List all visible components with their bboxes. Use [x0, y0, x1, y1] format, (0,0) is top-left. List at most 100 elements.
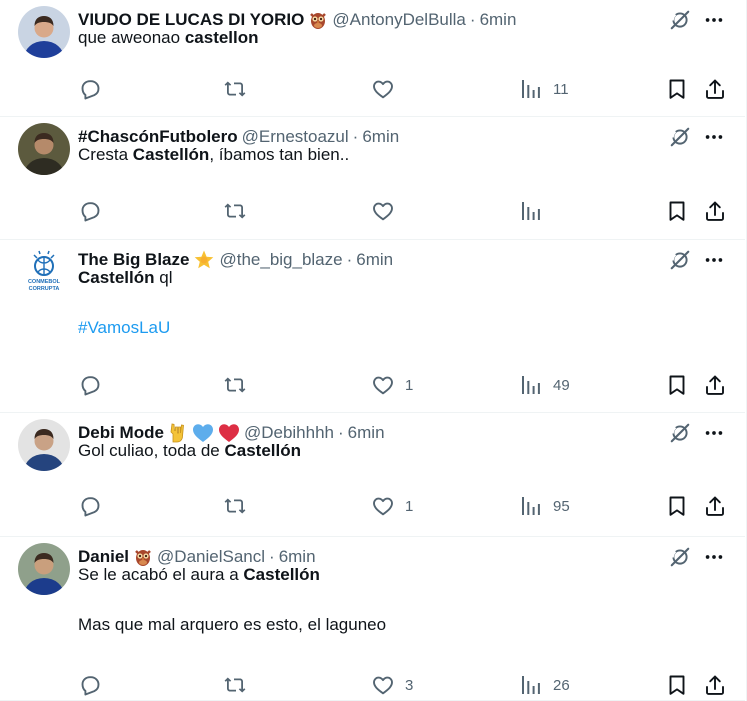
- tweet-text: #VamosLaU: [78, 317, 170, 339]
- timestamp[interactable]: 6min: [348, 422, 385, 444]
- text-segment: Se le acabó el aura a: [78, 565, 244, 584]
- heart-icon: [371, 199, 395, 223]
- reply-icon: [78, 673, 102, 697]
- bold-text: Castellón: [243, 565, 320, 584]
- share-button[interactable]: [703, 77, 727, 101]
- star-emoji-icon: [193, 249, 215, 271]
- heart-icon: [371, 494, 395, 518]
- grok-icon[interactable]: [669, 9, 691, 31]
- repost-button[interactable]: [223, 673, 247, 697]
- heart-icon: [371, 77, 395, 101]
- like-button[interactable]: 1: [371, 373, 413, 397]
- like-button[interactable]: 3: [371, 673, 413, 697]
- bookmark-button[interactable]: [665, 673, 689, 697]
- bookmark-button[interactable]: [665, 77, 689, 101]
- avatar[interactable]: CONMEBOL CORRUPTA: [18, 246, 70, 298]
- reply-icon: [78, 373, 102, 397]
- likes-count: 1: [405, 376, 414, 394]
- avatar[interactable]: [18, 543, 70, 595]
- tweet[interactable]: #ChascónFutbolero @Ernestoazul · 6min Cresta…: [0, 117, 745, 240]
- more-icon[interactable]: [703, 546, 725, 568]
- handle[interactable]: @AntonyDelBulla: [332, 9, 466, 31]
- bookmark-icon: [665, 373, 689, 397]
- views-icon: [519, 373, 543, 397]
- more-icon[interactable]: [703, 126, 725, 148]
- grok-icon[interactable]: [669, 249, 691, 271]
- views-icon: [519, 199, 543, 223]
- reply-icon: [78, 77, 102, 101]
- share-button[interactable]: [703, 373, 727, 397]
- action-bar: 1 49: [0, 373, 745, 397]
- repost-icon: [223, 494, 247, 518]
- share-button[interactable]: [703, 199, 727, 223]
- grok-icon[interactable]: [669, 422, 691, 444]
- action-bar: 1 95: [0, 494, 745, 518]
- views-button[interactable]: 49: [519, 373, 570, 397]
- views-count: 95: [553, 497, 570, 515]
- more-icon[interactable]: [703, 249, 725, 271]
- views-button[interactable]: 95: [519, 494, 570, 518]
- more-icon[interactable]: [703, 9, 725, 31]
- reply-button[interactable]: [78, 373, 102, 397]
- handle[interactable]: @the_big_blaze: [219, 249, 342, 271]
- share-icon: [703, 494, 727, 518]
- bookmark-icon: [665, 494, 689, 518]
- more-icon[interactable]: [703, 422, 725, 444]
- views-button[interactable]: 11: [519, 77, 569, 101]
- likes-count: 3: [405, 676, 414, 694]
- repost-button[interactable]: [223, 199, 247, 223]
- separator-dot: ·: [469, 10, 476, 29]
- grok-icon[interactable]: [669, 546, 691, 568]
- grok-icon[interactable]: [669, 126, 691, 148]
- reply-button[interactable]: [78, 199, 102, 223]
- tweet[interactable]: VIUDO DE LUCAS DI YORIO @AntonyDelBulla · 6…: [0, 0, 745, 117]
- timestamp[interactable]: 6min: [356, 249, 393, 271]
- views-button[interactable]: [519, 199, 543, 223]
- separator-dot: ·: [346, 250, 353, 269]
- bookmark-icon: [665, 199, 689, 223]
- reply-button[interactable]: [78, 77, 102, 101]
- repost-button[interactable]: [223, 494, 247, 518]
- reply-icon: [78, 199, 102, 223]
- bookmark-button[interactable]: [665, 494, 689, 518]
- share-icon: [703, 673, 727, 697]
- tweet-text: que aweonao castellon: [78, 27, 259, 49]
- timestamp[interactable]: 6min: [480, 9, 517, 31]
- avatar[interactable]: [18, 6, 70, 58]
- views-button[interactable]: 26: [519, 673, 570, 697]
- tweet[interactable]: CONMEBOL CORRUPTA The Big Blaze @the_big_bl…: [0, 240, 745, 413]
- avatar[interactable]: [18, 123, 70, 175]
- tweet[interactable]: Daniel @DanielSancl · 6min Se le acabó el au…: [0, 537, 745, 701]
- like-button[interactable]: [371, 77, 395, 101]
- text-segment: Gol culiao, toda de: [78, 441, 225, 460]
- bookmark-button[interactable]: [665, 199, 689, 223]
- repost-button[interactable]: [223, 373, 247, 397]
- bookmark-icon: [665, 77, 689, 101]
- owl-emoji-icon: [308, 10, 328, 30]
- views-count: 49: [553, 376, 570, 394]
- like-button[interactable]: [371, 199, 395, 223]
- share-button[interactable]: [703, 673, 727, 697]
- timestamp[interactable]: 6min: [362, 126, 399, 148]
- avatar[interactable]: [18, 419, 70, 471]
- repost-button[interactable]: [223, 77, 247, 101]
- views-icon: [519, 494, 543, 518]
- separator-dot: ·: [352, 127, 359, 146]
- hashtag-link[interactable]: #VamosLaU: [78, 318, 170, 337]
- like-button[interactable]: 1: [371, 494, 413, 518]
- likes-count: 1: [405, 497, 414, 515]
- repost-icon: [223, 673, 247, 697]
- action-bar: 11: [0, 77, 745, 101]
- tweet[interactable]: Debi Mode @Debihhhh · 6min Gol culiao, toda …: [0, 413, 745, 537]
- reply-button[interactable]: [78, 673, 102, 697]
- bold-text: Castellón: [132, 145, 210, 164]
- avatar-logo-text: CONMEBOL CORRUPTA: [18, 279, 70, 292]
- bold-text: Castellón: [224, 441, 302, 460]
- share-button[interactable]: [703, 494, 727, 518]
- reply-button[interactable]: [78, 494, 102, 518]
- tweet-text: Mas que mal arquero es esto, el laguneo: [78, 614, 386, 636]
- repost-icon: [223, 77, 247, 101]
- views-icon: [519, 77, 543, 101]
- views-icon: [519, 673, 543, 697]
- bookmark-button[interactable]: [665, 373, 689, 397]
